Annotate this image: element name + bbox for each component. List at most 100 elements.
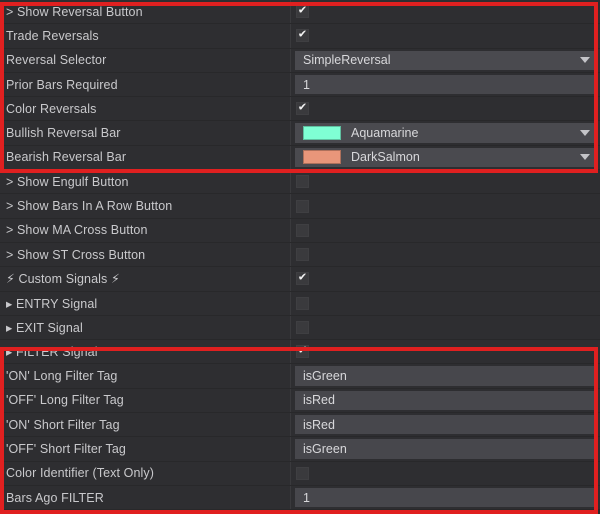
- checkmark-icon: ✔: [297, 344, 308, 357]
- setting-value-text: Aquamarine: [351, 126, 419, 141]
- setting-row-on-long-filter-tag: 'ON' Long Filter Tag isGreen: [0, 364, 600, 389]
- setting-value-cell: ✔: [290, 97, 600, 121]
- checkmark-icon: ✔: [297, 4, 308, 17]
- setting-value-cell: isGreen: [290, 437, 600, 461]
- setting-value-cell: isRed: [290, 388, 600, 413]
- setting-value-cell: ✔: [290, 340, 600, 364]
- setting-value-cell: ✔: [290, 0, 600, 24]
- setting-row-color-reversals: Color Reversals ✔: [0, 97, 600, 122]
- setting-label: 'ON' Short Filter Tag: [6, 417, 120, 432]
- text-input-off-long-filter-tag[interactable]: isRed: [295, 390, 598, 411]
- setting-label: Bearish Reversal Bar: [6, 150, 127, 165]
- setting-label: > Show ST Cross Button: [6, 247, 146, 262]
- text-input-off-short-filter-tag[interactable]: isGreen: [295, 439, 598, 459]
- setting-value-cell: isRed: [290, 413, 600, 437]
- setting-value-text: 1: [303, 77, 310, 92]
- setting-label: > Show MA Cross Button: [6, 223, 148, 238]
- setting-row-off-short-filter-tag: 'OFF' Short Filter Tag isGreen: [0, 437, 600, 462]
- setting-value-cell: ✔: [290, 218, 600, 242]
- setting-row-prior-bars-required: Prior Bars Required 1: [0, 72, 600, 98]
- setting-value-text: isGreen: [303, 369, 347, 384]
- setting-label: Bullish Reversal Bar: [6, 126, 121, 141]
- checkbox-show-reversal-button[interactable]: ✔: [296, 4, 309, 19]
- dropdown-bearish-reversal-bar[interactable]: DarkSalmon: [295, 147, 598, 168]
- checkmark-icon: ✔: [297, 101, 308, 114]
- checkmark-icon: ✔: [297, 28, 308, 41]
- setting-value-cell: ✔: [290, 24, 600, 48]
- setting-row-show-st-cross-button: > Show ST Cross Button ✔: [0, 242, 600, 268]
- checkbox-show-ma-cross-button[interactable]: ✔: [296, 223, 309, 237]
- dropdown-bullish-reversal-bar[interactable]: Aquamarine: [295, 123, 598, 143]
- setting-label: 'OFF' Long Filter Tag: [6, 393, 124, 408]
- setting-row-show-ma-cross-button: > Show MA Cross Button ✔: [0, 218, 600, 243]
- setting-row-filter-signal: ▸ FILTER Signal ✔: [0, 340, 600, 365]
- setting-row-bullish-reversal-bar: Bullish Reversal Bar Aquamarine: [0, 121, 600, 146]
- chevron-down-icon[interactable]: [580, 130, 590, 137]
- checkbox-show-engulf-button[interactable]: ✔: [296, 175, 309, 189]
- chevron-down-icon[interactable]: [580, 154, 590, 161]
- checkbox-color-identifier-text-only[interactable]: ✔: [296, 466, 309, 480]
- setting-label: ⚡ Custom Signals ⚡: [6, 272, 120, 287]
- setting-row-entry-signal: ▸ ENTRY Signal ✔: [0, 291, 600, 316]
- setting-row-show-engulf-button: > Show Engulf Button ✔: [0, 170, 600, 195]
- setting-label: Color Identifier (Text Only): [6, 466, 154, 481]
- color-swatch-icon: [303, 126, 341, 141]
- setting-label: ▸ EXIT Signal: [6, 321, 83, 335]
- checkmark-icon: ✔: [297, 271, 308, 284]
- setting-label: ▸ ENTRY Signal: [6, 296, 98, 311]
- setting-label: Bars Ago FILTER: [6, 490, 104, 505]
- text-input-bars-ago-filter[interactable]: 1: [295, 487, 598, 508]
- checkbox-trade-reversals[interactable]: ✔: [296, 28, 309, 43]
- text-input-prior-bars-required[interactable]: 1: [295, 74, 598, 95]
- setting-label: Reversal Selector: [6, 53, 107, 68]
- setting-value-cell: ✔: [290, 170, 600, 194]
- text-input-on-long-filter-tag[interactable]: isGreen: [295, 366, 598, 386]
- checkbox-show-st-cross-button[interactable]: ✔: [296, 248, 309, 262]
- setting-label: > Show Reversal Button: [6, 4, 143, 19]
- setting-value-cell: ✔: [290, 267, 600, 291]
- setting-value-text: isRed: [303, 393, 335, 408]
- setting-label: > Show Engulf Button: [6, 174, 129, 189]
- text-input-on-short-filter-tag[interactable]: isRed: [295, 415, 598, 435]
- setting-value-cell: 1: [290, 72, 600, 97]
- setting-label: Prior Bars Required: [6, 77, 118, 92]
- checkbox-custom-signals[interactable]: ✔: [296, 271, 309, 286]
- setting-value-text: SimpleReversal: [303, 53, 391, 68]
- checkbox-entry-signal[interactable]: ✔: [296, 296, 309, 310]
- setting-value-cell: 1: [290, 485, 600, 510]
- setting-label: > Show Bars In A Row Button: [6, 199, 173, 214]
- dropdown-reversal-selector[interactable]: SimpleReversal: [295, 50, 598, 70]
- color-swatch-icon: [303, 150, 341, 165]
- checkbox-color-reversals[interactable]: ✔: [296, 101, 309, 116]
- setting-value-cell: ✔: [290, 242, 600, 267]
- setting-value-text: isRed: [303, 417, 335, 432]
- setting-value-cell: isGreen: [290, 364, 600, 388]
- setting-row-off-long-filter-tag: 'OFF' Long Filter Tag isRed: [0, 388, 600, 414]
- setting-row-custom-signals: ⚡ Custom Signals ⚡ ✔: [0, 267, 600, 292]
- checkbox-exit-signal[interactable]: ✔: [296, 321, 309, 334]
- setting-value-text: DarkSalmon: [351, 150, 420, 165]
- setting-row-exit-signal: ▸ EXIT Signal ✔: [0, 315, 600, 341]
- checkbox-show-bars-in-a-row-button[interactable]: ✔: [296, 199, 309, 213]
- setting-row-bars-ago-filter: Bars Ago FILTER 1: [0, 485, 600, 511]
- chevron-down-icon[interactable]: [580, 57, 590, 64]
- setting-row-show-reversal-button: > Show Reversal Button ✔: [0, 0, 600, 25]
- setting-value-cell: DarkSalmon: [290, 145, 600, 170]
- settings-panel: > Show Reversal Button ✔ Trade Reversals ✔ R…: [0, 0, 600, 514]
- setting-label: Color Reversals: [6, 101, 97, 116]
- setting-label: Trade Reversals: [6, 28, 99, 43]
- setting-row-on-short-filter-tag: 'ON' Short Filter Tag isRed: [0, 413, 600, 438]
- setting-value-cell: SimpleReversal: [290, 48, 600, 72]
- setting-row-color-identifier-text-only: Color Identifier (Text Only) ✔: [0, 461, 600, 486]
- checkbox-filter-signal[interactable]: ✔: [296, 344, 309, 359]
- setting-label: 'OFF' Short Filter Tag: [6, 441, 126, 456]
- setting-label: 'ON' Long Filter Tag: [6, 369, 118, 384]
- setting-value-cell: ✔: [290, 194, 600, 218]
- setting-value-cell: ✔: [290, 315, 600, 340]
- setting-value-text: isGreen: [303, 441, 347, 456]
- setting-row-trade-reversals: Trade Reversals ✔: [0, 24, 600, 49]
- setting-value-text: 1: [303, 490, 310, 505]
- setting-value-cell: Aquamarine: [290, 121, 600, 145]
- setting-label: ▸ FILTER Signal: [6, 345, 98, 360]
- setting-row-bearish-reversal-bar: Bearish Reversal Bar DarkSalmon: [0, 145, 600, 171]
